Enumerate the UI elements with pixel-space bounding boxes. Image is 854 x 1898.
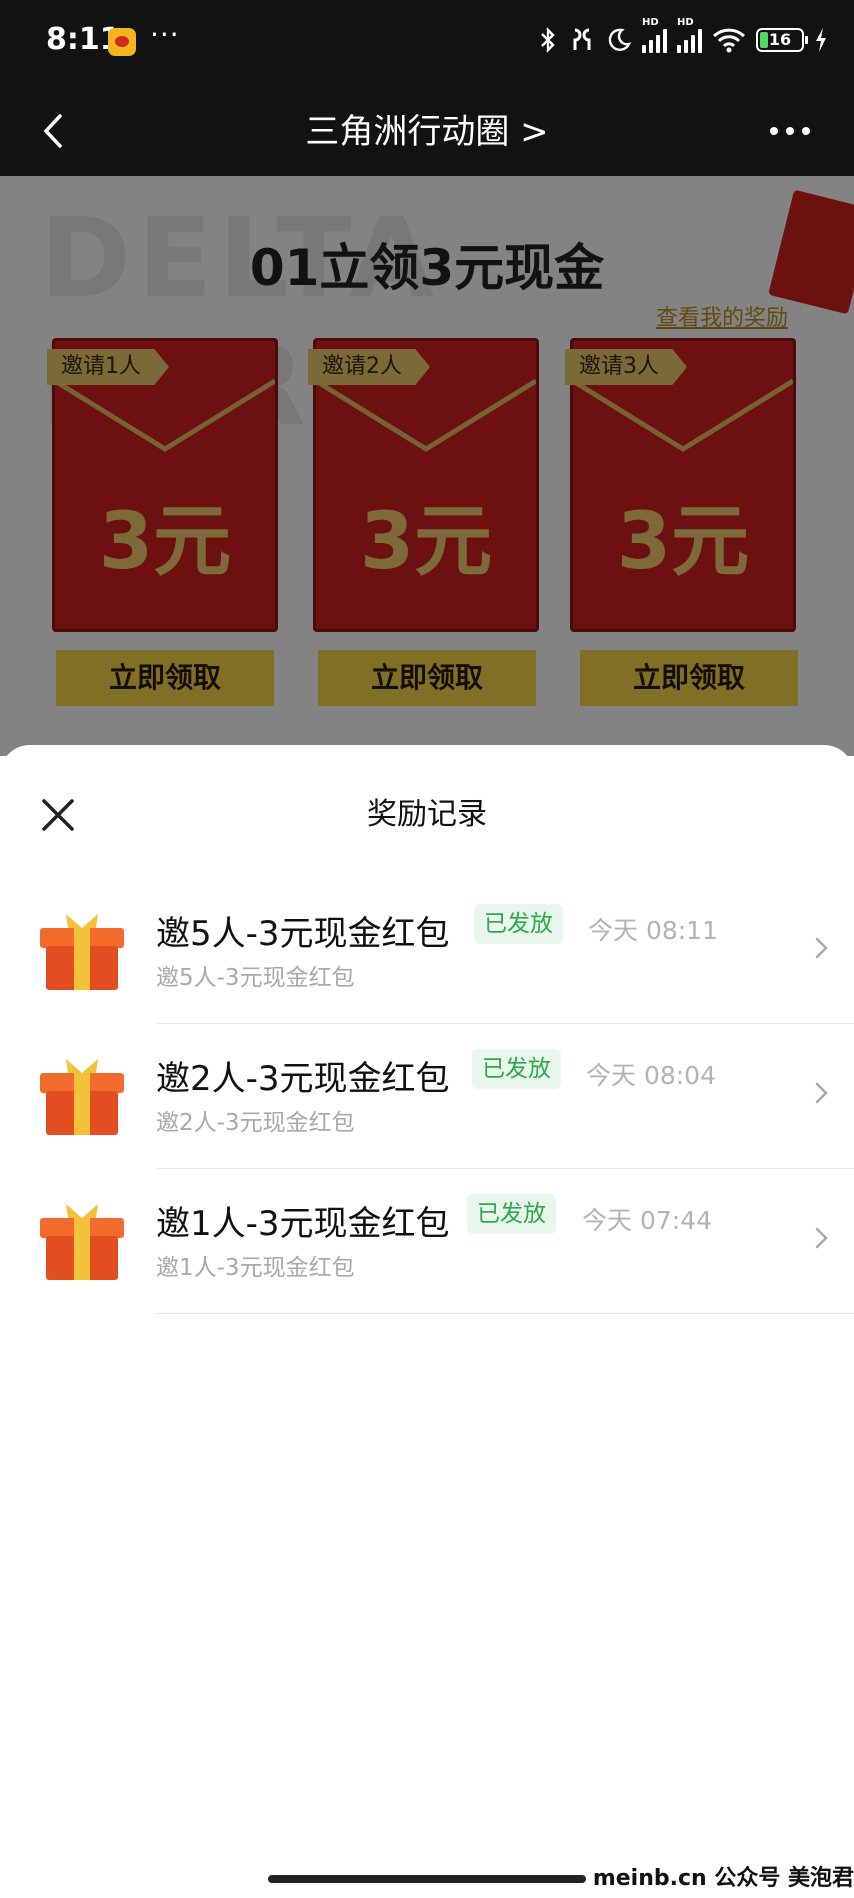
status-badge: 已发放	[472, 1049, 561, 1089]
record-title: 邀2人-3元现金红包	[156, 1059, 450, 1099]
more-options-icon[interactable]	[760, 106, 820, 156]
modal-overlay[interactable]	[0, 176, 854, 756]
status-icons: HD HD 16	[538, 17, 828, 54]
divider	[156, 1023, 854, 1024]
record-row[interactable]: 邀1人-3元现金红包 已发放 今天 07:44 邀1人-3元现金红包	[0, 1170, 854, 1314]
chevron-right-icon	[815, 1227, 828, 1249]
gift-icon	[40, 1204, 124, 1280]
signal-icon-1: HD	[642, 17, 667, 53]
weibo-icon	[108, 28, 136, 56]
gift-icon	[40, 1059, 124, 1135]
divider	[156, 1168, 854, 1169]
status-bar: 8:11 ··· HD HD 16	[0, 0, 854, 86]
record-description: 邀5人-3元现金红包	[156, 965, 355, 991]
record-title: 邀5人-3元现金红包	[156, 914, 450, 954]
earbuds-icon	[573, 28, 591, 50]
sheet-title: 奖励记录	[367, 797, 487, 832]
record-row[interactable]: 邀5人-3元现金红包 已发放 今天 08:11 邀5人-3元现金红包	[0, 880, 854, 1024]
divider	[156, 1313, 854, 1314]
battery-icon: 16	[756, 28, 808, 52]
source-watermark: meinb.cn 公众号 美泡君	[592, 1866, 854, 1891]
record-row[interactable]: 邀2人-3元现金红包 已发放 今天 08:04 邀2人-3元现金红包	[0, 1025, 854, 1169]
chevron-right-icon	[815, 1082, 828, 1104]
nav-bar: 三角洲行动圈 >	[0, 86, 854, 176]
home-indicator[interactable]	[268, 1875, 586, 1883]
record-time: 今天 08:04	[586, 1061, 716, 1090]
charging-icon	[816, 28, 826, 52]
gift-icon	[40, 914, 124, 990]
record-description: 邀2人-3元现金红包	[156, 1110, 355, 1136]
status-badge: 已发放	[467, 1194, 556, 1234]
record-title: 邀1人-3元现金红包	[156, 1204, 450, 1244]
reward-records-sheet: 奖励记录 邀5人-3元现金红包 已发放 今天 08:11 邀5人-3元现金红包 …	[0, 745, 854, 1898]
record-time: 今天 08:11	[588, 916, 718, 945]
page-title[interactable]: 三角洲行动圈 >	[0, 104, 854, 153]
signal-icon-2: HD	[677, 17, 702, 53]
moon-icon	[608, 28, 632, 51]
record-description: 邀1人-3元现金红包	[156, 1255, 355, 1281]
status-badge: 已发放	[474, 904, 563, 944]
record-time: 今天 07:44	[582, 1206, 712, 1235]
wifi-icon	[712, 28, 746, 53]
more-notifications-icon: ···	[150, 18, 180, 51]
bluetooth-icon	[541, 27, 555, 53]
chevron-right-icon	[815, 937, 828, 959]
